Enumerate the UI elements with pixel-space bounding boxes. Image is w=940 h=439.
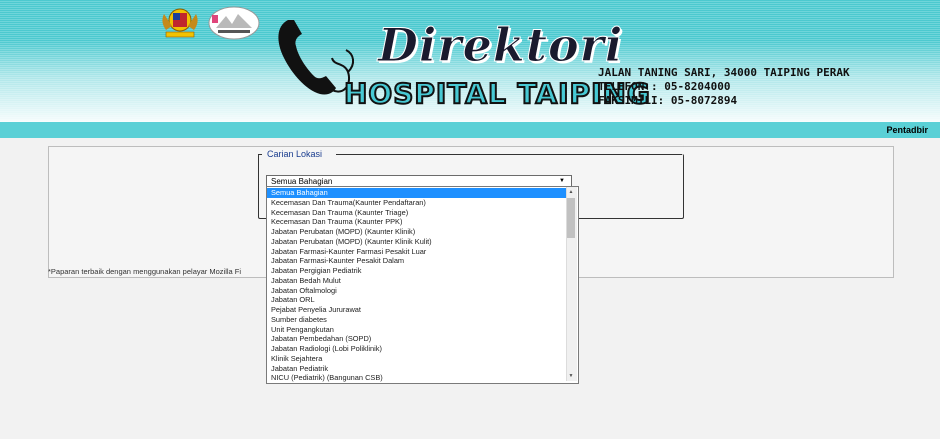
contact-block: JALAN TANING SARI, 34000 TAIPING PERAK T…: [598, 66, 850, 108]
phone-text: TELEFON : 05-8204000: [598, 80, 731, 93]
admin-link[interactable]: Pentadbir: [886, 125, 928, 135]
fieldset-border: [336, 154, 682, 155]
dropdown-option[interactable]: Kecemasan Dan Trauma (Kaunter Triage): [267, 208, 571, 218]
dropdown-option[interactable]: Jabatan Pembedahan (SOPD): [267, 334, 571, 344]
dropdown-option[interactable]: Jabatan Perubatan (MOPD) (Kaunter Klinik…: [267, 227, 571, 237]
fieldset-legend: Carian Lokasi: [266, 149, 324, 159]
hospital-logo: [208, 6, 260, 40]
dropdown-option[interactable]: Jabatan ORL: [267, 295, 571, 305]
dropdown-option[interactable]: Jabatan Perubatan (MOPD) (Kaunter Klinik…: [267, 237, 571, 247]
note-clip: *Paparan terbaik dengan menggunakan pela…: [48, 264, 270, 276]
dropdown-option[interactable]: NICU (Pediatrik) (Bangunan CSB): [267, 373, 571, 383]
scroll-up-icon[interactable]: ▲: [566, 187, 576, 197]
dropdown-option[interactable]: Kecemasan Dan Trauma (Kaunter PPK): [267, 217, 571, 227]
address-text: JALAN TANING SARI, 34000 TAIPING PERAK: [598, 66, 850, 79]
nav-bar: [0, 122, 940, 138]
dropdown-option[interactable]: Jabatan Pergigian Pediatrik: [267, 266, 571, 276]
scrollbar-thumb[interactable]: [567, 198, 575, 238]
scroll-down-icon[interactable]: ▼: [566, 371, 576, 381]
dropdown-option[interactable]: Klinik Sejahtera: [267, 354, 571, 364]
dropdown-option[interactable]: Sumber diabetes: [267, 315, 571, 325]
dropdown-option[interactable]: Unit Pengangkutan: [267, 325, 571, 335]
dropdown-option[interactable]: Jabatan Oftalmologi: [267, 286, 571, 296]
browser-note: *Paparan terbaik dengan menggunakan pela…: [48, 267, 242, 276]
dropdown-option[interactable]: Kecemasan Dan Trauma(Kaunter Pendaftaran…: [267, 198, 571, 208]
location-dropdown-list[interactable]: Semua Bahagian Kecemasan Dan Trauma(Kaunt…: [266, 186, 579, 384]
fieldset-border: [258, 154, 262, 155]
fax-text: FAKSIMILI: 05-8072894: [598, 94, 738, 107]
dropdown-option[interactable]: Jabatan Bedah Mulut: [267, 276, 571, 286]
directory-title: Direktori: [377, 18, 624, 72]
coat-of-arms-logo: [162, 8, 198, 38]
dropdown-option[interactable]: Jabatan Radiologi (Lobi Poliklinik): [267, 344, 571, 354]
dropdown-option[interactable]: Jabatan Farmasi-Kaunter Farmasi Pesakit …: [267, 247, 571, 257]
dropdown-option[interactable]: Jabatan Farmasi-Kaunter Pesakit Dalam: [267, 256, 571, 266]
site-header: Direktori HOSPITAL TAIPING JALAN TANING …: [0, 0, 940, 122]
dropdown-option[interactable]: Semua Bahagian: [267, 188, 571, 198]
dropdown-option[interactable]: Jabatan Pediatrik: [267, 364, 571, 374]
dropdown-option[interactable]: Pejabat Penyelia Jururawat: [267, 305, 571, 315]
